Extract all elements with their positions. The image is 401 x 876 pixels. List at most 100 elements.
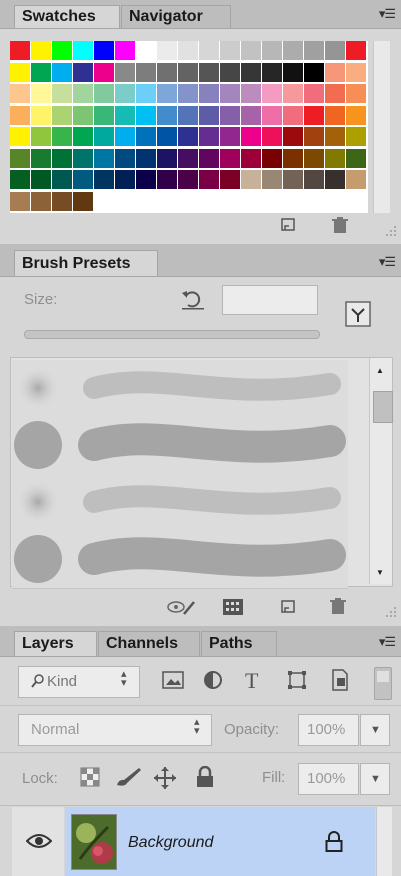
color-swatch[interactable]: [346, 84, 366, 103]
color-swatch[interactable]: [304, 105, 324, 125]
color-swatch[interactable]: [262, 62, 282, 82]
opacity-input[interactable]: 100%: [298, 714, 359, 746]
scroll-up-icon[interactable]: ▲: [376, 366, 384, 375]
swatches-scrollbar[interactable]: [373, 41, 390, 213]
color-swatch[interactable]: [325, 41, 345, 60]
color-swatch[interactable]: [304, 84, 324, 103]
visibility-cell[interactable]: [12, 807, 64, 876]
color-swatch[interactable]: [157, 84, 177, 103]
color-swatch[interactable]: [157, 105, 177, 125]
layer-row-background[interactable]: Background: [65, 807, 375, 876]
color-swatch[interactable]: [52, 105, 72, 125]
color-swatch[interactable]: [325, 62, 345, 82]
color-swatch[interactable]: [94, 148, 114, 168]
color-swatch[interactable]: [241, 41, 261, 60]
color-swatch[interactable]: [10, 148, 30, 168]
color-swatch[interactable]: [10, 170, 30, 189]
layer-name[interactable]: Background: [128, 834, 213, 852]
color-swatch[interactable]: [115, 105, 135, 125]
color-swatch[interactable]: [283, 62, 303, 82]
tab-channels[interactable]: Channels: [98, 631, 200, 656]
lock-position-icon[interactable]: [153, 766, 177, 795]
color-swatch[interactable]: [283, 84, 303, 103]
color-swatch[interactable]: [136, 62, 156, 82]
eye-icon[interactable]: [25, 833, 53, 854]
color-swatch[interactable]: [73, 84, 93, 103]
new-preset-icon[interactable]: [280, 599, 298, 619]
color-swatch[interactable]: [220, 127, 240, 146]
color-swatch[interactable]: [115, 41, 135, 60]
smart-object-filter-icon[interactable]: [330, 669, 350, 696]
color-swatch[interactable]: [241, 148, 261, 168]
brush-scrollbar[interactable]: ▲ ▼: [369, 358, 393, 584]
color-swatch[interactable]: [10, 41, 30, 60]
color-swatch[interactable]: [10, 84, 30, 103]
color-swatch[interactable]: [94, 170, 114, 189]
color-swatch[interactable]: [178, 127, 198, 146]
color-swatch[interactable]: [283, 170, 303, 189]
fill-input[interactable]: 100%: [298, 763, 359, 795]
color-swatch[interactable]: [52, 170, 72, 189]
brush-visibility-icon[interactable]: [166, 598, 196, 620]
color-swatch[interactable]: [178, 148, 198, 168]
color-swatch[interactable]: [346, 170, 366, 189]
tab-navigator[interactable]: Navigator: [121, 5, 231, 28]
layers-scrollbar[interactable]: [376, 807, 392, 876]
color-swatch[interactable]: [52, 127, 72, 146]
scroll-down-icon[interactable]: ▼: [376, 568, 384, 577]
color-swatch[interactable]: [304, 127, 324, 146]
resize-grip[interactable]: [382, 605, 398, 621]
blend-mode-select[interactable]: Normal: [18, 714, 212, 746]
color-swatch[interactable]: [52, 191, 72, 211]
color-swatch[interactable]: [52, 41, 72, 60]
color-swatch[interactable]: [73, 41, 93, 60]
color-swatch[interactable]: [52, 148, 72, 168]
brush-panel-toggle-icon[interactable]: [344, 300, 372, 328]
color-swatch[interactable]: [346, 148, 366, 168]
shape-filter-icon[interactable]: [287, 670, 307, 695]
color-swatch[interactable]: [199, 127, 219, 146]
color-swatch[interactable]: [199, 41, 219, 60]
color-swatch[interactable]: [31, 105, 51, 125]
trash-icon[interactable]: [329, 597, 347, 619]
color-swatch[interactable]: [325, 170, 345, 189]
color-swatch[interactable]: [10, 191, 30, 211]
color-swatch[interactable]: [31, 127, 51, 146]
color-swatch[interactable]: [241, 62, 261, 82]
color-swatch[interactable]: [262, 170, 282, 189]
panel-menu-icon[interactable]: ▾☰: [379, 634, 396, 650]
color-swatch[interactable]: [304, 170, 324, 189]
color-swatch[interactable]: [262, 148, 282, 168]
color-swatch[interactable]: [115, 62, 135, 82]
color-swatch[interactable]: [178, 105, 198, 125]
color-swatch[interactable]: [283, 41, 303, 60]
color-swatch[interactable]: [199, 62, 219, 82]
color-swatch[interactable]: [94, 127, 114, 146]
brush-preset-item[interactable]: [12, 474, 348, 532]
color-swatch[interactable]: [10, 105, 30, 125]
filter-toggle[interactable]: [374, 667, 392, 700]
color-swatch[interactable]: [94, 105, 114, 125]
color-swatch[interactable]: [241, 105, 261, 125]
color-swatch[interactable]: [31, 84, 51, 103]
brush-preset-item[interactable]: [12, 531, 348, 589]
color-swatch[interactable]: [304, 148, 324, 168]
color-swatch[interactable]: [157, 127, 177, 146]
trash-icon[interactable]: [331, 216, 349, 238]
color-swatch[interactable]: [262, 105, 282, 125]
new-swatch-icon[interactable]: [280, 217, 298, 237]
color-swatch[interactable]: [178, 84, 198, 103]
tab-paths[interactable]: Paths: [201, 631, 277, 656]
color-swatch[interactable]: [262, 84, 282, 103]
color-swatch[interactable]: [304, 41, 324, 60]
color-swatch[interactable]: [346, 105, 366, 125]
tab-layers[interactable]: Layers: [14, 631, 97, 656]
color-swatch[interactable]: [73, 148, 93, 168]
color-swatch[interactable]: [136, 148, 156, 168]
color-swatch[interactable]: [262, 41, 282, 60]
color-swatch[interactable]: [346, 127, 366, 146]
brush-grid-icon[interactable]: [222, 598, 244, 620]
color-swatch[interactable]: [52, 62, 72, 82]
color-swatch[interactable]: [73, 62, 93, 82]
color-swatch[interactable]: [325, 105, 345, 125]
